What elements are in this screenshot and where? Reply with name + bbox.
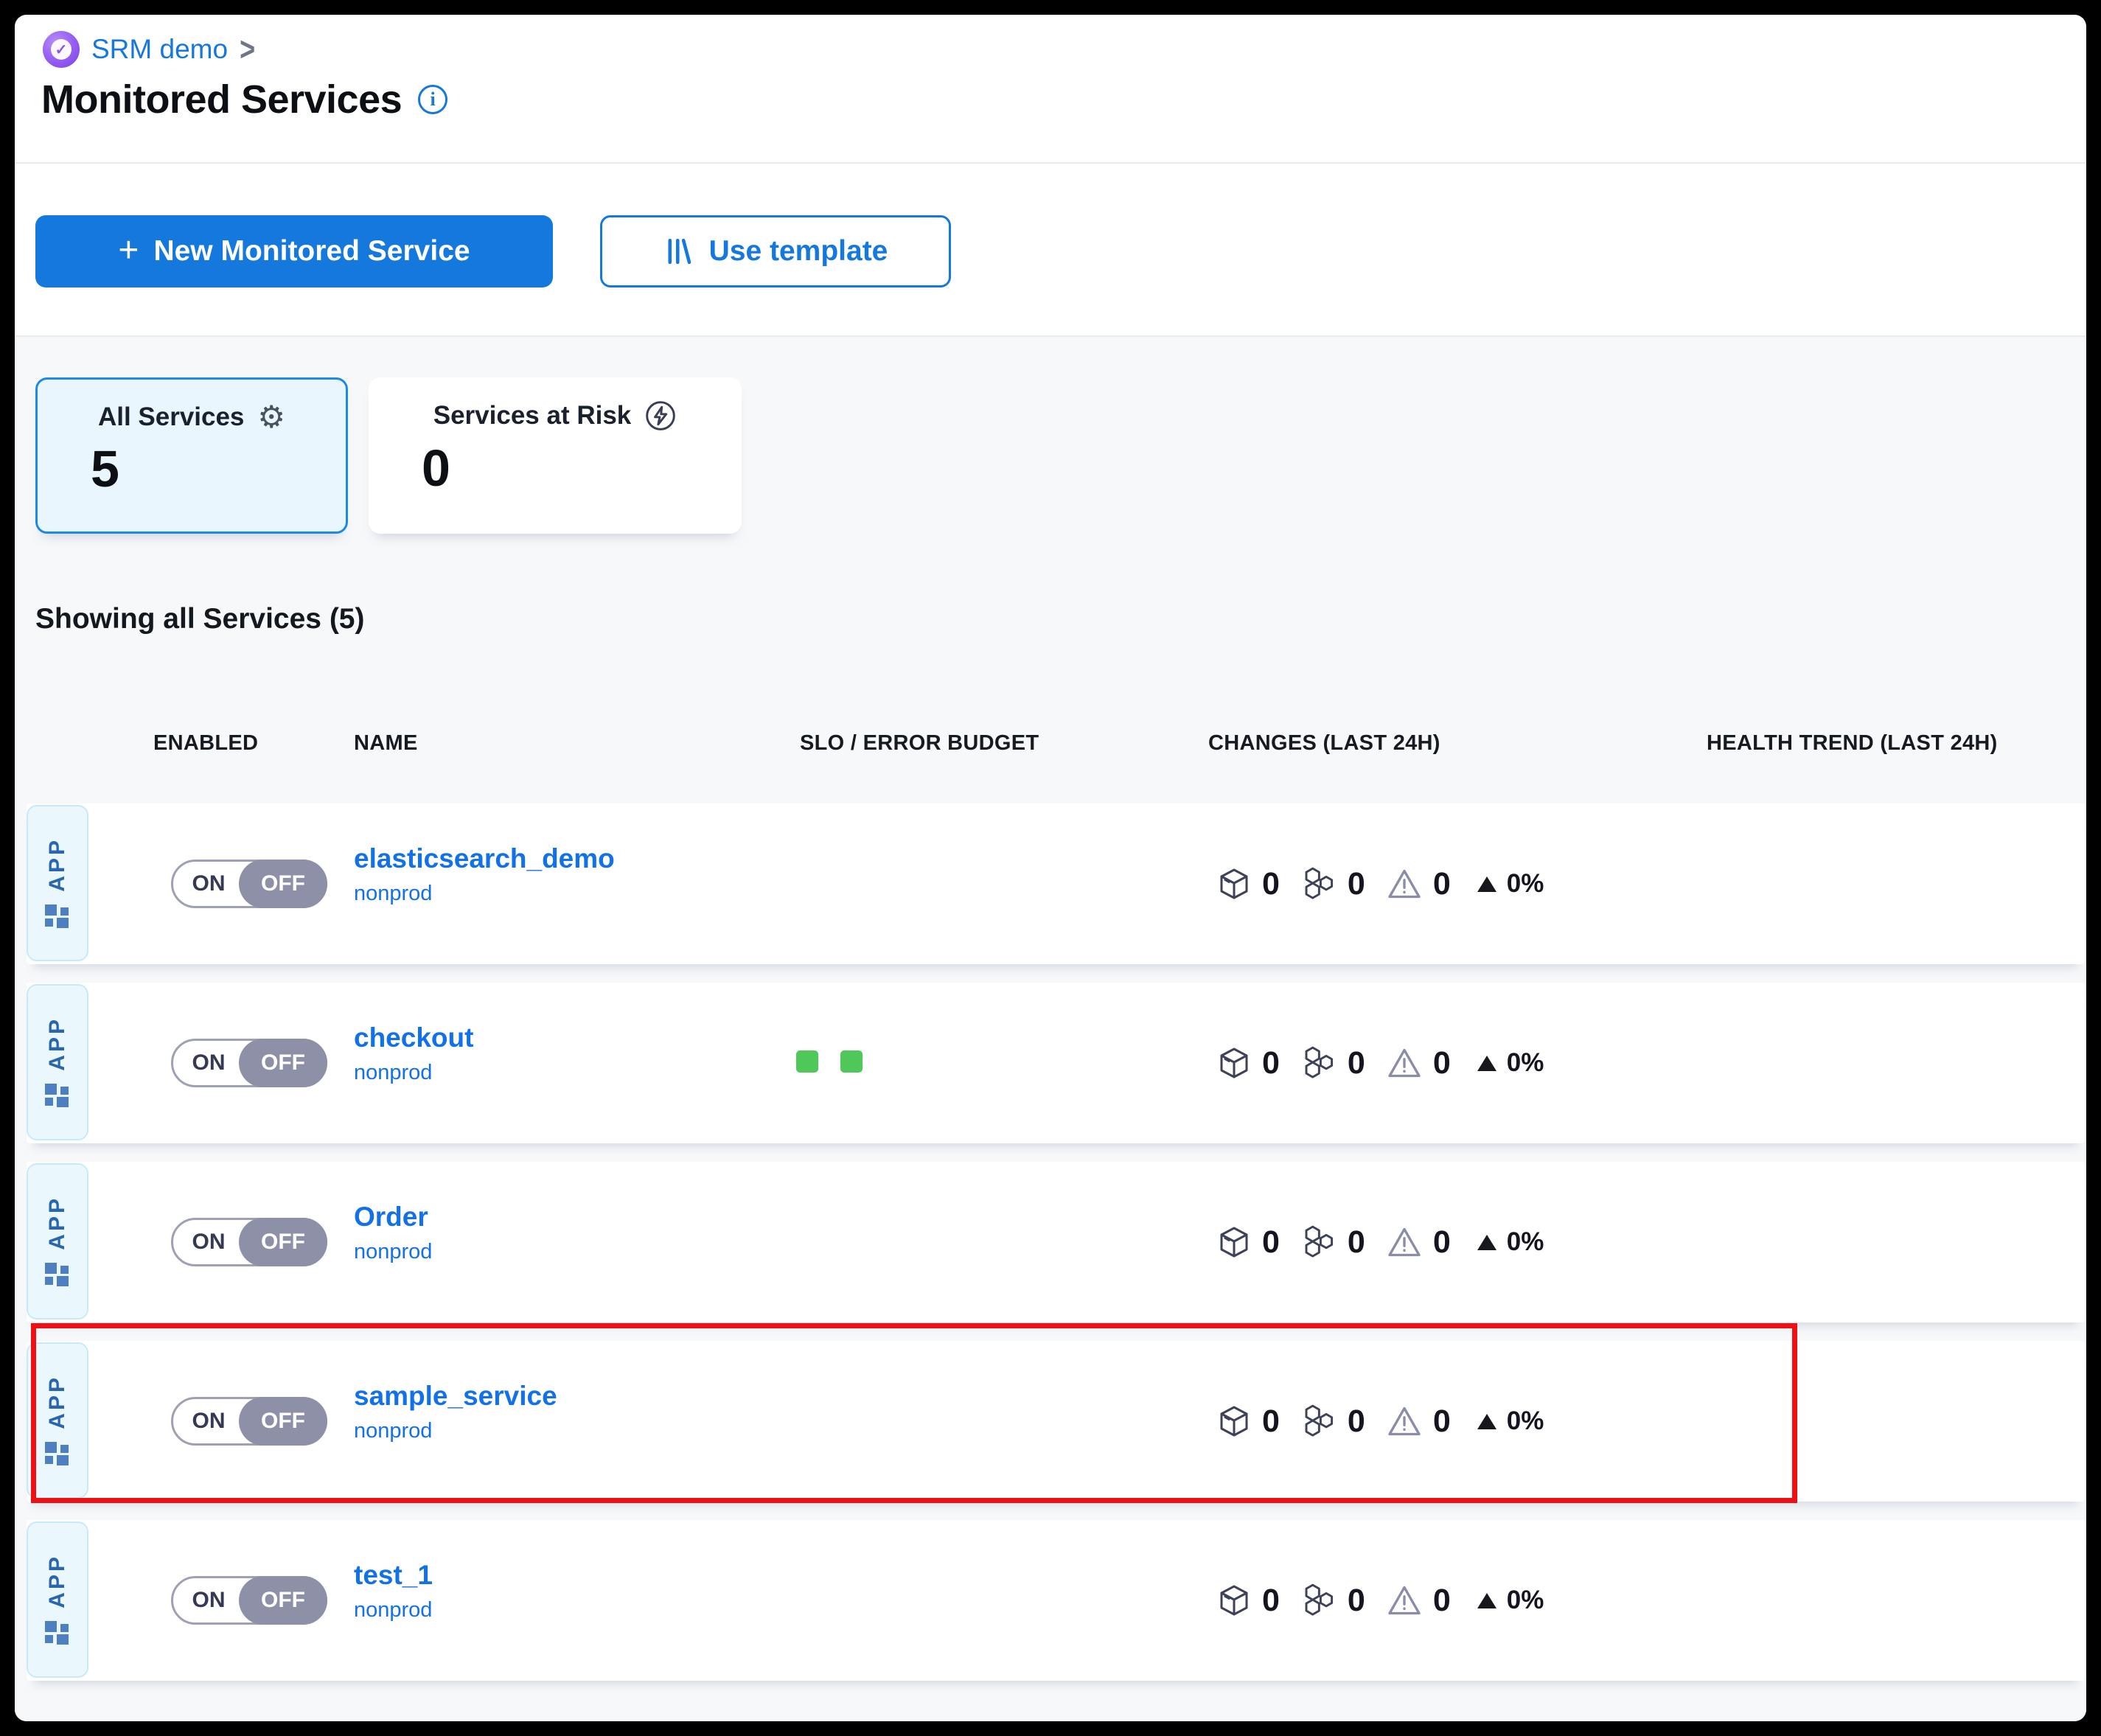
slo-square: [840, 1050, 863, 1073]
service-env-label: nonprod: [354, 882, 615, 906]
service-change-count: 0: [1348, 1404, 1365, 1440]
hexagon-cluster-icon: [1300, 1582, 1337, 1619]
app-badge-label: APP: [45, 1017, 70, 1071]
changes-summary: 0 0 0 0%: [1216, 1162, 1544, 1322]
toggle-off-label: OFF: [239, 1039, 327, 1087]
toggle-on-label: ON: [173, 1578, 244, 1622]
changes-summary: 0 0 0 0%: [1216, 983, 1544, 1143]
enabled-toggle[interactable]: ON OFF: [171, 1039, 327, 1087]
trend-up-icon: [1477, 1235, 1497, 1250]
service-change-count: 0: [1348, 866, 1365, 902]
table-row[interactable]: APP ON OFF elasticsearch_demo nonprod 0: [27, 803, 2085, 964]
trend-percent: 0%: [1507, 1586, 1544, 1615]
app-grid-icon: [45, 904, 70, 929]
trend-up-icon: [1477, 1414, 1497, 1429]
hexagon-cluster-icon: [1300, 1045, 1337, 1081]
table-row[interactable]: APP ON OFF Order nonprod 0: [27, 1162, 2085, 1322]
app-badge: APP: [27, 1163, 88, 1320]
service-change-count: 0: [1348, 1583, 1365, 1619]
deploy-count: 0: [1262, 866, 1280, 902]
service-change-count: 0: [1348, 1224, 1365, 1261]
changes-summary: 0 0 0 0%: [1216, 803, 1544, 964]
changes-summary: 0 0 0 0%: [1216, 1520, 1544, 1681]
warning-triangle-icon: [1386, 1582, 1423, 1619]
hexagon-cluster-icon: [1300, 865, 1337, 902]
service-env-label: nonprod: [354, 1419, 557, 1443]
service-env-label: nonprod: [354, 1061, 473, 1085]
deploy-cube-icon: [1216, 866, 1252, 902]
trend-up-icon: [1477, 1056, 1497, 1071]
alert-count: 0: [1433, 1404, 1451, 1440]
app-badge: APP: [27, 1342, 88, 1499]
deploy-count: 0: [1262, 1224, 1280, 1261]
deploy-count: 0: [1262, 1404, 1280, 1440]
warning-triangle-icon: [1386, 865, 1423, 902]
slo-square: [796, 1050, 818, 1073]
app-grid-icon: [45, 1263, 70, 1287]
enabled-toggle[interactable]: ON OFF: [171, 860, 327, 908]
service-name-link[interactable]: elasticsearch_demo: [354, 843, 615, 874]
enabled-toggle[interactable]: ON OFF: [171, 1576, 327, 1625]
service-name-link[interactable]: sample_service: [354, 1381, 557, 1412]
hexagon-cluster-icon: [1300, 1403, 1337, 1440]
service-name-link[interactable]: test_1: [354, 1560, 433, 1591]
trend-percent: 0%: [1507, 869, 1544, 899]
table-row[interactable]: APP ON OFF sample_service nonprod 0: [27, 1341, 2085, 1502]
service-env-label: nonprod: [354, 1240, 432, 1264]
trend-percent: 0%: [1507, 1227, 1544, 1257]
hexagon-cluster-icon: [1300, 1224, 1337, 1261]
deploy-cube-icon: [1216, 1404, 1252, 1439]
warning-triangle-icon: [1386, 1403, 1423, 1440]
app-badge-label: APP: [45, 1196, 70, 1250]
service-rows: APP ON OFF elasticsearch_demo nonprod 0: [15, 15, 2086, 1721]
warning-triangle-icon: [1386, 1224, 1423, 1261]
app-badge: APP: [27, 805, 88, 961]
toggle-on-label: ON: [173, 1399, 244, 1443]
trend-up-icon: [1477, 876, 1497, 892]
app-badge-label: APP: [45, 1375, 70, 1429]
toggle-on-label: ON: [173, 1041, 244, 1085]
deploy-cube-icon: [1216, 1224, 1252, 1260]
slo-error-budget: [796, 1050, 863, 1073]
enabled-toggle[interactable]: ON OFF: [171, 1397, 327, 1446]
toggle-off-label: OFF: [239, 1576, 327, 1625]
app-badge: APP: [27, 984, 88, 1140]
enabled-toggle[interactable]: ON OFF: [171, 1218, 327, 1266]
trend-percent: 0%: [1507, 1048, 1544, 1078]
trend-percent: 0%: [1507, 1406, 1544, 1436]
table-row[interactable]: APP ON OFF test_1 nonprod 0: [27, 1520, 2085, 1681]
service-change-count: 0: [1348, 1045, 1365, 1081]
warning-triangle-icon: [1386, 1045, 1423, 1081]
toggle-off-label: OFF: [239, 1218, 327, 1266]
app-grid-icon: [45, 1442, 70, 1466]
app-badge: APP: [27, 1521, 88, 1678]
app-grid-icon: [45, 1621, 70, 1645]
service-name-link[interactable]: Order: [354, 1202, 432, 1233]
trend-up-icon: [1477, 1593, 1497, 1608]
table-row[interactable]: APP ON OFF checkout nonprod 0: [27, 983, 2085, 1143]
toggle-off-label: OFF: [239, 860, 327, 908]
app-badge-label: APP: [45, 1554, 70, 1608]
app-badge-label: APP: [45, 837, 70, 892]
deploy-cube-icon: [1216, 1045, 1252, 1081]
alert-count: 0: [1433, 866, 1451, 902]
toggle-off-label: OFF: [239, 1397, 327, 1446]
app-grid-icon: [45, 1084, 70, 1108]
service-name-link[interactable]: checkout: [354, 1022, 473, 1053]
app-window: ✓ SRM demo > Monitored Services i + New …: [15, 15, 2086, 1721]
deploy-count: 0: [1262, 1045, 1280, 1081]
toggle-on-label: ON: [173, 862, 244, 906]
alert-count: 0: [1433, 1583, 1451, 1619]
toggle-on-label: ON: [173, 1220, 244, 1264]
alert-count: 0: [1433, 1224, 1451, 1261]
deploy-count: 0: [1262, 1583, 1280, 1619]
service-env-label: nonprod: [354, 1598, 433, 1622]
deploy-cube-icon: [1216, 1583, 1252, 1618]
alert-count: 0: [1433, 1045, 1451, 1081]
changes-summary: 0 0 0 0%: [1216, 1341, 1544, 1502]
